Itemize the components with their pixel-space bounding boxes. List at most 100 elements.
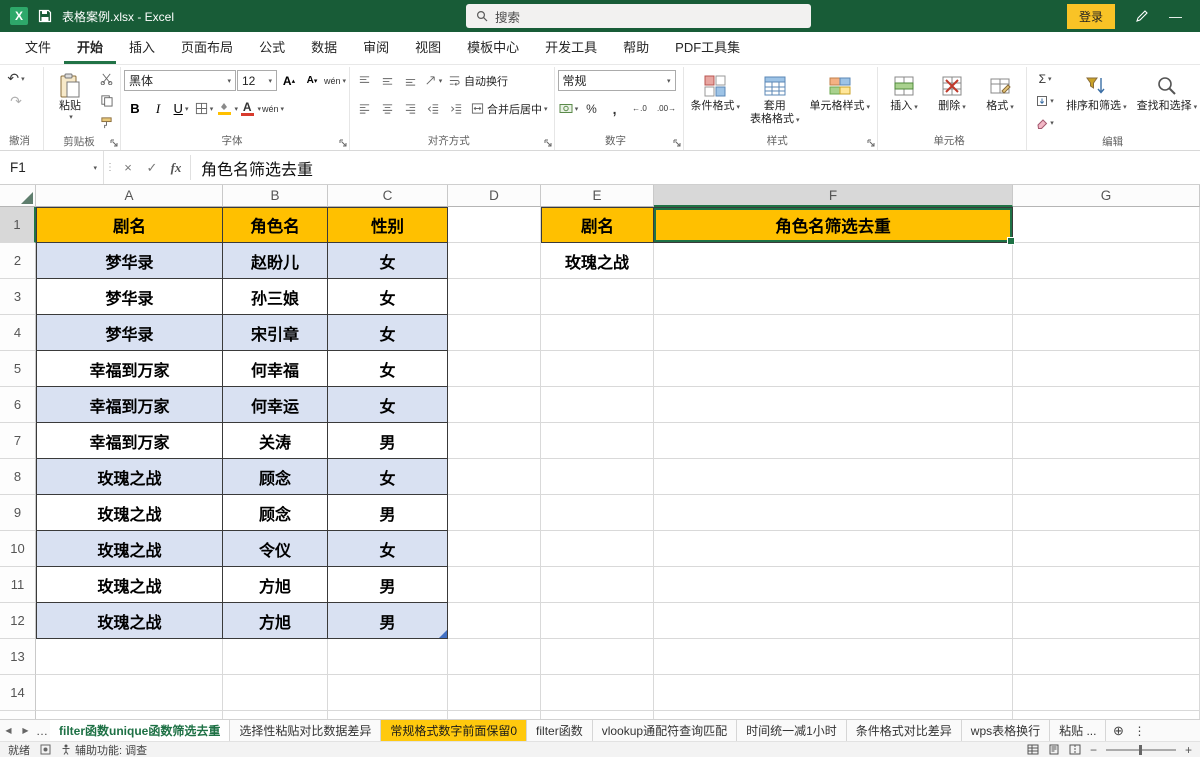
row-header-10[interactable]: 10 — [0, 531, 36, 567]
cut-button[interactable] — [95, 68, 117, 89]
undo-button[interactable]: ↶ ▾ — [5, 68, 27, 89]
cell-D3[interactable] — [448, 279, 541, 315]
cell-C13[interactable] — [328, 639, 448, 675]
cell-F8[interactable] — [654, 459, 1013, 495]
cell-C7[interactable]: 男 — [328, 423, 448, 459]
find-select-button[interactable]: 查找和选择 ▾ — [1133, 68, 1200, 114]
cell-C6[interactable]: 女 — [328, 387, 448, 423]
cell-E7[interactable] — [541, 423, 654, 459]
cell-C10[interactable]: 女 — [328, 531, 448, 567]
menu-tab-公式[interactable]: 公式 — [246, 30, 298, 64]
draw-pen-icon[interactable] — [1135, 9, 1149, 23]
cell-F11[interactable] — [654, 567, 1013, 603]
cell-A14[interactable] — [36, 675, 223, 711]
cell-D5[interactable] — [448, 351, 541, 387]
cell-F6[interactable] — [654, 387, 1013, 423]
cell-E14[interactable] — [541, 675, 654, 711]
row-header-12[interactable]: 12 — [0, 603, 36, 639]
decrease-font-button[interactable]: A ▾ — [301, 70, 323, 91]
page-break-view-icon[interactable] — [1069, 744, 1081, 755]
cell-E5[interactable] — [541, 351, 654, 387]
cell-F13[interactable] — [654, 639, 1013, 675]
cell-G7[interactable] — [1013, 423, 1200, 459]
new-sheet-button[interactable]: ⊕ — [1106, 720, 1130, 741]
font-name-select[interactable]: 黑体 ▾ — [124, 70, 236, 91]
cell-B15[interactable] — [223, 711, 328, 719]
menu-tab-页面布局[interactable]: 页面布局 — [168, 30, 246, 64]
cell-G10[interactable] — [1013, 531, 1200, 567]
cell-F9[interactable] — [654, 495, 1013, 531]
sheet-tab[interactable]: filter函数unique函数筛选去重 — [50, 720, 231, 741]
sheet-tab[interactable]: wps表格换行 — [962, 720, 1051, 741]
cell-E13[interactable] — [541, 639, 654, 675]
cell-B3[interactable]: 孙三娘 — [223, 279, 328, 315]
menu-tab-插入[interactable]: 插入 — [116, 30, 168, 64]
cell-F4[interactable] — [654, 315, 1013, 351]
cell-C12[interactable]: 男 — [328, 603, 448, 639]
cell-A12[interactable]: 玫瑰之战 — [36, 603, 223, 639]
paste-button[interactable]: 粘贴 ▾ — [47, 68, 93, 121]
align-left-button[interactable] — [353, 98, 375, 119]
column-header-F[interactable]: F — [654, 185, 1013, 207]
format-painter-button[interactable] — [95, 112, 117, 133]
cell-E1[interactable]: 剧名 — [541, 207, 654, 243]
cell-B14[interactable] — [223, 675, 328, 711]
minimize-icon[interactable]: — — [1169, 9, 1182, 24]
phonetic-guide-button[interactable]: wén ▾ — [324, 70, 346, 91]
column-header-E[interactable]: E — [541, 185, 654, 207]
orientation-button[interactable]: ▾ — [422, 70, 444, 91]
cell-C15[interactable] — [328, 711, 448, 719]
row-header-2[interactable]: 2 — [0, 243, 36, 279]
cell-G3[interactable] — [1013, 279, 1200, 315]
sheet-tab[interactable]: 选择性粘贴对比数据差异 — [230, 720, 382, 741]
cell-A3[interactable]: 梦华录 — [36, 279, 223, 315]
cell-B13[interactable] — [223, 639, 328, 675]
redo-button[interactable]: ↷ — [5, 91, 27, 112]
cell-D11[interactable] — [448, 567, 541, 603]
cell-D15[interactable] — [448, 711, 541, 719]
accessibility-status[interactable]: 辅助功能: 调查 — [61, 742, 147, 757]
sheet-tab[interactable]: 粘贴 ... — [1050, 720, 1107, 741]
cell-F5[interactable] — [654, 351, 1013, 387]
align-right-button[interactable] — [399, 98, 421, 119]
italic-button[interactable]: I — [147, 98, 169, 119]
cell-D10[interactable] — [448, 531, 541, 567]
percent-style-button[interactable]: % — [581, 98, 603, 119]
menu-tab-文件[interactable]: 文件 — [12, 30, 64, 64]
row-header-5[interactable]: 5 — [0, 351, 36, 387]
sheet-tab[interactable]: 常规格式数字前面保留0 — [381, 720, 528, 741]
cell-A8[interactable]: 玫瑰之战 — [36, 459, 223, 495]
menu-tab-帮助[interactable]: 帮助 — [610, 30, 662, 64]
cell-D7[interactable] — [448, 423, 541, 459]
row-header-6[interactable]: 6 — [0, 387, 36, 423]
cell-B5[interactable]: 何幸福 — [223, 351, 328, 387]
cell-B8[interactable]: 顾念 — [223, 459, 328, 495]
cell-B9[interactable]: 顾念 — [223, 495, 328, 531]
cell-E4[interactable] — [541, 315, 654, 351]
increase-font-button[interactable]: A ▴ — [278, 70, 300, 91]
row-header-13[interactable]: 13 — [0, 639, 36, 675]
bold-button[interactable]: B — [124, 98, 146, 119]
cell-C5[interactable]: 女 — [328, 351, 448, 387]
cell-D14[interactable] — [448, 675, 541, 711]
cell-G1[interactable] — [1013, 207, 1200, 243]
row-header-9[interactable]: 9 — [0, 495, 36, 531]
cell-E10[interactable] — [541, 531, 654, 567]
cell-A15[interactable] — [36, 711, 223, 719]
sheet-tab[interactable]: 时间统一减1小时 — [737, 720, 847, 741]
cell-C9[interactable]: 男 — [328, 495, 448, 531]
cell-D9[interactable] — [448, 495, 541, 531]
formula-bar-grip[interactable]: ⋮ — [104, 151, 116, 184]
row-header-7[interactable]: 7 — [0, 423, 36, 459]
borders-button[interactable]: ▾ — [193, 98, 215, 119]
name-box[interactable]: F1 ▾ — [0, 151, 104, 184]
cell-E3[interactable] — [541, 279, 654, 315]
cell-G14[interactable] — [1013, 675, 1200, 711]
comma-style-button[interactable]: , — [604, 98, 626, 119]
menu-tab-数据[interactable]: 数据 — [298, 30, 350, 64]
column-header-A[interactable]: A — [36, 185, 223, 207]
cell-A11[interactable]: 玫瑰之战 — [36, 567, 223, 603]
cell-F14[interactable] — [654, 675, 1013, 711]
fill-button[interactable]: ▾ — [1030, 90, 1060, 111]
phonetic-field-button[interactable]: wén ▾ — [262, 98, 284, 119]
